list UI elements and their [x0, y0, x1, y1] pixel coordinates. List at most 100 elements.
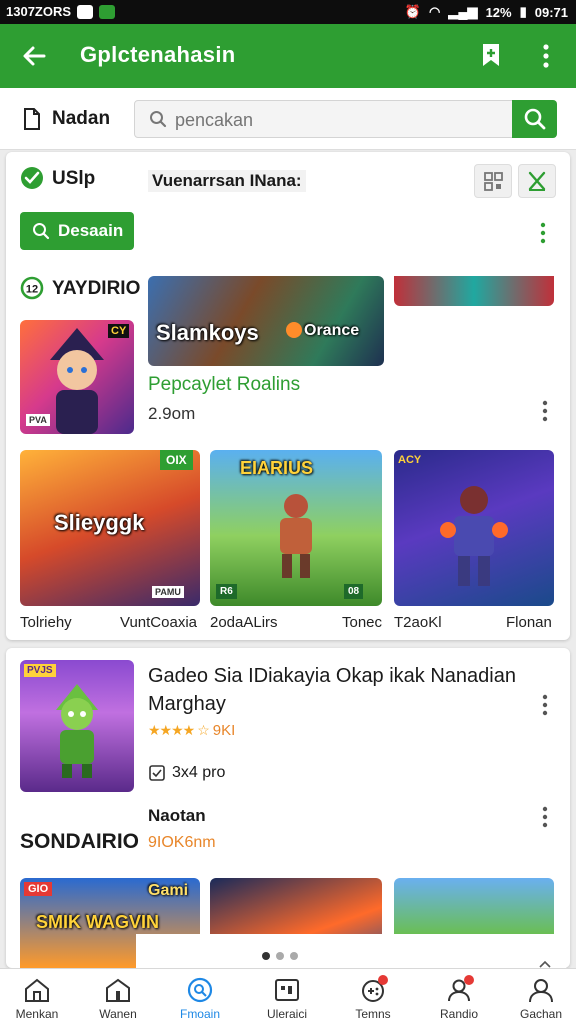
notification-icon	[77, 4, 94, 19]
grid-caption-4[interactable]: Tonec	[342, 614, 382, 631]
rating: ★★★★ ☆ 9KI	[148, 722, 235, 739]
nav-item-library[interactable]: Uleraici	[246, 969, 328, 1024]
featured-meta: 2.9om	[148, 404, 196, 423]
chevron-up-icon[interactable]	[538, 960, 552, 968]
nav-item-home[interactable]: Menkan	[0, 969, 78, 1024]
search-field-icon	[150, 111, 167, 128]
grid-title-1: Slieyggk	[54, 510, 145, 535]
featured-banner[interactable]: Slamkoys Orance	[148, 276, 384, 366]
more-vertical-icon[interactable]	[542, 400, 548, 422]
robot-knight-icon	[440, 486, 508, 586]
game-thumbnail-3[interactable]: ACY	[394, 450, 554, 606]
qr-code-icon	[484, 172, 503, 191]
app-badge: PVJS	[24, 664, 56, 677]
person-icon	[529, 979, 553, 1003]
notification-badge	[464, 975, 474, 985]
nav-label: Wanen	[99, 1007, 137, 1021]
game-thumbnail-1[interactable]: OIX Slieyggk PAMU	[20, 450, 200, 606]
ninja-character-icon	[56, 684, 98, 778]
app-thumbnail[interactable]: PVJS	[20, 660, 134, 792]
alarm-icon: ⏰	[404, 4, 421, 19]
grid-caption-3[interactable]: 2odaALirs	[210, 614, 278, 631]
grid-badge-1: OIX	[160, 450, 193, 470]
nav-label: Fmoain	[179, 1007, 220, 1021]
hero-tag: PVA	[26, 414, 50, 426]
more-vertical-icon[interactable]	[542, 806, 548, 828]
featured-title[interactable]: Pepcaylet Roalins	[148, 374, 300, 396]
hero-badge: CY	[108, 324, 130, 338]
close-filter-button[interactable]	[518, 164, 556, 198]
pager-dot-2[interactable]	[276, 952, 284, 960]
battery-icon: ▮	[519, 4, 527, 19]
nav-item-social[interactable]: Randio	[418, 969, 500, 1024]
nav-label: Randio	[439, 1007, 479, 1021]
search-icon	[524, 108, 546, 130]
nav-item-account[interactable]: Gachan	[500, 969, 576, 1024]
game-thumbnail-2[interactable]: EIARIUS R6 08	[210, 450, 382, 606]
search-box	[134, 100, 514, 138]
app-title[interactable]: Gadeo Sia IDiakayia Okap ikak Nanadian M…	[148, 662, 528, 718]
bookmark-add-icon	[483, 44, 499, 66]
status-bar: 1307ZORS ⏰ ◠ ▂▄▆ 12% ▮ 09:71	[0, 0, 576, 24]
more-vertical-icon[interactable]	[542, 694, 548, 716]
library-icon	[275, 979, 299, 1001]
app-bar: Gplctenahasin	[0, 24, 576, 88]
nav-label: Temns	[355, 1007, 391, 1021]
signal-icon: ▂▄▆	[448, 4, 478, 19]
nav-item-store[interactable]: Wanen	[77, 969, 159, 1024]
qr-button[interactable]	[474, 164, 512, 198]
section-badge-icon: 12	[20, 276, 44, 300]
rating-half-star-icon: ☆	[197, 722, 210, 738]
grid-title-2: EIARIUS	[240, 458, 314, 478]
pager-strip	[136, 934, 566, 972]
search-row: Nadan	[0, 88, 576, 150]
more-vertical-icon[interactable]	[540, 222, 546, 244]
store-icon	[106, 978, 130, 1002]
size-info: 3x4 pro	[148, 764, 225, 782]
sub-label: Naotan	[148, 806, 206, 825]
pager-dot-1[interactable]	[262, 952, 270, 960]
svg-text:12: 12	[26, 284, 38, 296]
grid-caption-1[interactable]: Tolriehy	[20, 614, 72, 631]
search-section-label: Nadan	[52, 108, 111, 129]
search-button[interactable]	[512, 100, 557, 138]
warrior-icon	[280, 494, 312, 578]
nav-label: Uleraici	[266, 1007, 307, 1021]
desain-button-label: Desaain	[58, 221, 124, 240]
desain-button[interactable]: Desaain	[20, 212, 134, 250]
size-text: 3x4 pro	[172, 764, 226, 781]
grid-caption-6[interactable]: Flonan	[506, 614, 552, 631]
nav-item-games[interactable]: Temns	[332, 969, 414, 1024]
check-circle-icon	[21, 167, 43, 189]
pager-dot-3[interactable]	[290, 952, 298, 960]
more-vertical-icon	[543, 44, 549, 68]
wifi-icon: ◠	[429, 4, 441, 19]
back-button[interactable]	[18, 40, 50, 72]
shield-icon	[99, 4, 116, 19]
section-meta: 9IOK6nm	[148, 834, 216, 851]
filter-label: Vuenarrsan INana:	[148, 170, 306, 192]
bottom-thumb-title: Gami	[148, 882, 189, 899]
nav-item-search[interactable]: Fmoain	[159, 969, 241, 1024]
more-menu-button[interactable]	[534, 42, 558, 70]
search-icon	[33, 223, 50, 240]
banner-partial[interactable]	[394, 276, 554, 306]
notification-badge	[378, 975, 388, 985]
grid-caption-2[interactable]: VuntCoaxia	[120, 614, 197, 631]
banner-title-left: Slamkoys	[156, 320, 259, 345]
featured-card: USlp Vuenarrsan INana: Desaain 12 YAYDIR…	[6, 152, 570, 640]
hero-thumbnail[interactable]: CY PVA	[20, 320, 134, 434]
search-input[interactable]	[175, 107, 495, 133]
status-left-text: 1307ZORS	[6, 4, 72, 19]
coin-icon	[286, 322, 302, 338]
grid-caption-5[interactable]: T2aoKl	[394, 614, 442, 631]
page-title: Gplctenahasin	[80, 42, 236, 67]
document-icon	[24, 108, 40, 130]
bottom-navigation: Menkan Wanen Fmoain Uleraici Temns Randi…	[0, 968, 576, 1024]
download-size-icon	[149, 765, 165, 781]
rating-text: 9KI	[212, 722, 236, 739]
bookmark-add-button[interactable]	[478, 42, 504, 68]
nav-label: Menkan	[15, 1007, 59, 1021]
banner-title-right: Orance	[304, 322, 360, 339]
section-title: YAYDIRIO	[52, 278, 141, 299]
